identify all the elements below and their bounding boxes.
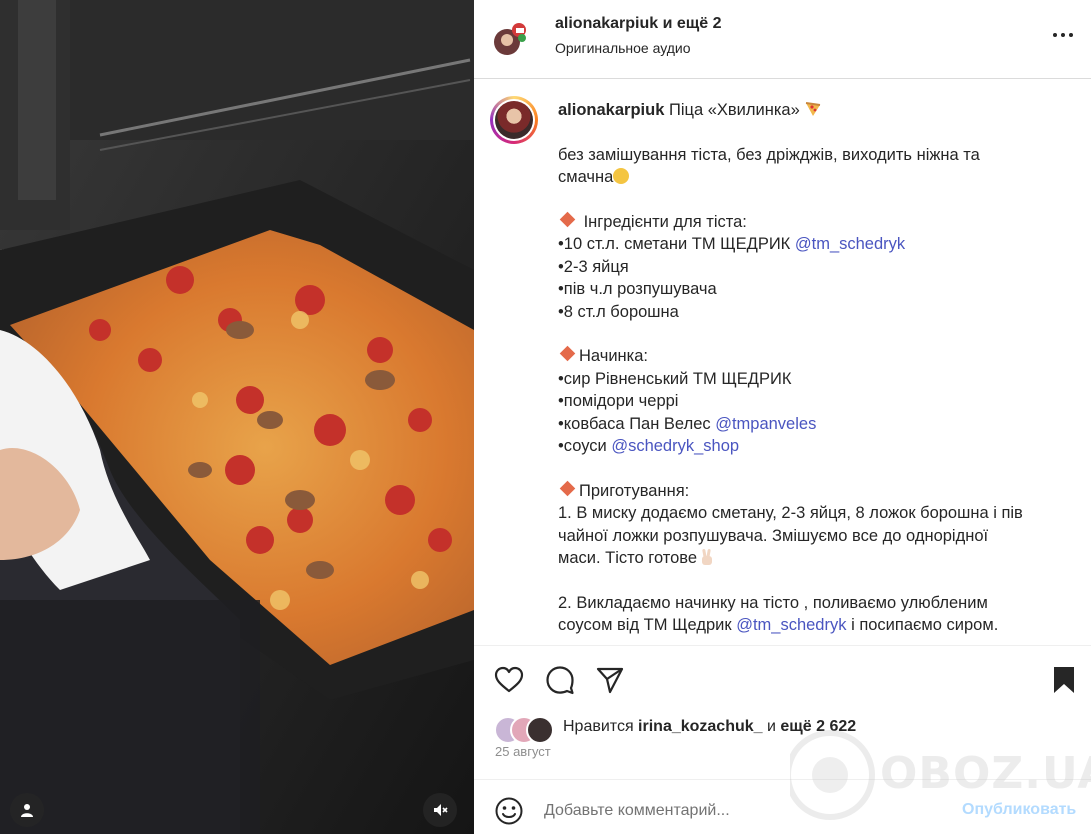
- audio-label[interactable]: Оригинальное аудио: [555, 40, 691, 56]
- mention-link[interactable]: @tm_schedryk: [736, 616, 846, 634]
- likes-count[interactable]: ещё 2 622: [780, 718, 856, 735]
- heart-icon: [494, 666, 524, 693]
- dough-header: Інгредієнти для тіста:: [583, 213, 747, 231]
- mention-link[interactable]: @schedryk_shop: [611, 437, 739, 455]
- caption-scroll-area[interactable]: alionakarpiuk Піца «Хвилинка» без замішу…: [474, 79, 1091, 645]
- caption-username[interactable]: alionakarpiuk: [558, 101, 664, 119]
- dough-item-1: •10 ст.л. сметани ТМ ЩЕДРИК: [558, 235, 795, 254]
- more-options-button[interactable]: [1048, 26, 1078, 44]
- comment-bubble-icon: [546, 666, 574, 695]
- mention-link[interactable]: @tm_schedryk: [795, 235, 905, 253]
- like-button[interactable]: [494, 665, 524, 695]
- diamond-icon: [559, 346, 576, 362]
- header-username-line[interactable]: alionakarpiuk и ещё 2: [555, 15, 722, 33]
- filling-item-3: •ковбаса Пан Велес: [558, 414, 716, 433]
- dough-item-2: •2-3 яйця: [558, 257, 629, 276]
- prep-step-1a: 1. В миску додаємо сметану, 2-3 яйця, 8 …: [558, 504, 1023, 523]
- publish-comment-button[interactable]: Опубликовать: [962, 801, 1076, 819]
- smiley-icon: [495, 797, 523, 825]
- save-button[interactable]: [1051, 665, 1081, 695]
- dough-item-4: •8 ст.л борошна: [558, 302, 679, 321]
- watermark-text: OBOZ.UA: [880, 748, 1091, 799]
- author-avatar-group[interactable]: [493, 22, 527, 56]
- post-header: alionakarpiuk и ещё 2 Оригинальное аудио: [474, 0, 1091, 79]
- filling-header: Начинка:: [579, 347, 648, 366]
- tongue-emoji-icon: [613, 168, 630, 185]
- likes-conjunction: и: [762, 718, 781, 735]
- paper-plane-icon: [596, 667, 624, 694]
- prep-step-2b-tail: і посипаємо сиром.: [846, 616, 999, 635]
- bookmark-icon: [1054, 667, 1074, 693]
- prep-step-2a: 2. Викладаємо начинку на тісто , поливає…: [558, 593, 988, 612]
- liker-username[interactable]: irina_kozachuk_: [638, 718, 763, 735]
- liker-avatar: [526, 716, 554, 744]
- author-avatar: [494, 23, 526, 55]
- pizza-video-frame: [0, 0, 474, 834]
- share-button[interactable]: [595, 665, 625, 695]
- emoji-picker-button[interactable]: [494, 796, 524, 826]
- speaker-muted-icon: [434, 804, 448, 816]
- post-date[interactable]: 25 август: [495, 744, 551, 759]
- header-coauthors[interactable]: и ещё 2: [663, 15, 722, 32]
- prep-header: Приготування:: [579, 481, 690, 500]
- likes-summary: Нравится irina_kozachuk_ и ещё 2 622: [563, 718, 856, 736]
- prep-step-1c: маси. Тісто готове: [558, 549, 698, 568]
- caption-text: alionakarpiuk Піца «Хвилинка» без замішу…: [558, 99, 1068, 637]
- diamond-icon: [559, 480, 576, 497]
- caption-intro-2: смачна: [558, 168, 614, 187]
- header-username[interactable]: alionakarpiuk: [555, 15, 658, 32]
- dough-item-3: •пів ч.л розпушувача: [558, 280, 717, 299]
- filling-item-2: •помідори черрі: [558, 392, 679, 411]
- prep-step-2b: соусом від ТМ Щедрик: [558, 616, 737, 635]
- user-tag-icon: [21, 804, 33, 817]
- caption-author-avatar[interactable]: [490, 96, 538, 144]
- comment-input[interactable]: [544, 800, 944, 822]
- mute-toggle-button[interactable]: [423, 793, 457, 827]
- mention-link[interactable]: @tmpanveles: [715, 415, 816, 433]
- comment-button[interactable]: [545, 665, 575, 695]
- pizza-emoji-icon: [806, 102, 821, 116]
- post-details-panel: alionakarpiuk и ещё 2 Оригинальное аудио…: [474, 0, 1091, 834]
- diamond-icon: [559, 211, 576, 228]
- caption-title: Піца «Хвилинка»: [668, 101, 800, 119]
- likes-prefix: Нравится: [563, 718, 639, 735]
- more-horizontal-icon: [1053, 33, 1073, 37]
- caption-intro-1: без замішування тіста, без дріжджів, вих…: [558, 145, 980, 164]
- tagged-users-button[interactable]: [10, 793, 44, 827]
- prep-step-1b: чайної ложки розпушувача. Змішуємо все д…: [558, 526, 989, 545]
- filling-item-4: •соуси: [558, 437, 612, 456]
- filling-item-1: •сир Рівненський ТМ ЩЕДРИК: [558, 369, 792, 388]
- victory-hand-emoji-icon: [702, 549, 713, 566]
- post-media[interactable]: [0, 0, 474, 834]
